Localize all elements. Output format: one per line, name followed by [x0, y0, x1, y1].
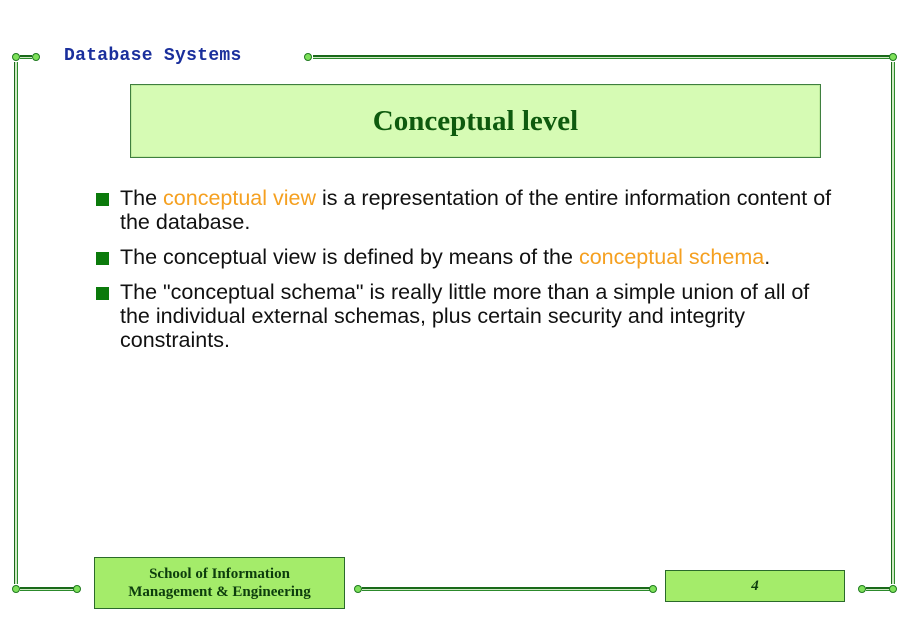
- school-name-line2: Management & Engineering: [128, 584, 311, 600]
- bullet-item: The conceptual view is a representation …: [96, 186, 836, 234]
- frame-line: [362, 587, 650, 591]
- page-number-box: 4: [665, 570, 845, 602]
- frame-line: [20, 587, 74, 591]
- school-name-line1: School of Information: [149, 566, 290, 582]
- slide-title: Conceptual level: [372, 104, 579, 137]
- square-bullet-icon: [96, 287, 109, 300]
- course-title: Database Systems: [64, 46, 242, 66]
- bullet-text: The "conceptual schema" is really little…: [120, 280, 810, 352]
- highlighted-term: conceptual schema: [578, 245, 765, 269]
- frame-line: [14, 62, 18, 584]
- bullet-item: The "conceptual schema" is really little…: [96, 280, 836, 352]
- frame-node-icon: [32, 53, 40, 61]
- footer-school-box: School of Information Management & Engin…: [94, 557, 345, 609]
- frame-line: [313, 55, 890, 59]
- bullet-list: The conceptual view is a representation …: [96, 186, 836, 363]
- square-bullet-icon: [96, 252, 109, 265]
- bullet-text: The conceptual view is a representation …: [120, 186, 832, 234]
- slide-title-box: Conceptual level: [130, 84, 821, 158]
- frame-node-icon: [889, 53, 897, 61]
- frame-line: [20, 55, 32, 59]
- frame-node-icon: [858, 585, 866, 593]
- page-number: 4: [751, 577, 759, 594]
- frame-node-icon: [649, 585, 657, 593]
- frame-node-icon: [12, 585, 20, 593]
- frame-line: [866, 587, 890, 591]
- frame-node-icon: [12, 53, 20, 61]
- bullet-item: The conceptual view is defined by means …: [96, 245, 836, 269]
- bullet-text: The conceptual view is defined by means …: [120, 245, 771, 269]
- frame-node-icon: [889, 585, 897, 593]
- frame-line: [891, 62, 895, 584]
- square-bullet-icon: [96, 193, 109, 206]
- frame-node-icon: [304, 53, 312, 61]
- highlighted-term: conceptual view: [163, 186, 317, 210]
- frame-node-icon: [354, 585, 362, 593]
- frame-node-icon: [73, 585, 81, 593]
